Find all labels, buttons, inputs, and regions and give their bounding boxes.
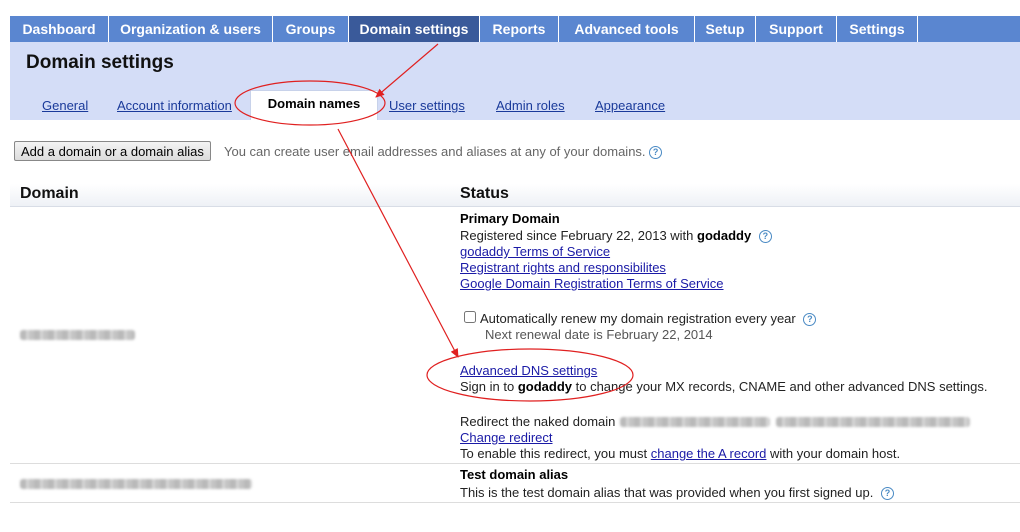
test-domain-alias-title: Test domain alias: [460, 467, 569, 482]
nav-tab-dashboard[interactable]: Dashboard: [10, 16, 109, 42]
nav-tab-support[interactable]: Support: [756, 16, 837, 42]
add-domain-hint-text: You can create user email addresses and …: [224, 144, 646, 159]
subtab-domain-names[interactable]: Domain names: [250, 90, 378, 120]
registrar-name: godaddy: [697, 228, 752, 243]
redirect-target-redacted: [776, 417, 970, 427]
advanced-dns-settings-link[interactable]: Advanced DNS settings: [460, 363, 597, 378]
subtab-account-information[interactable]: Account information: [117, 98, 232, 113]
status-column-header: Status: [460, 185, 509, 202]
help-icon[interactable]: ?: [803, 313, 817, 326]
domain-settings-header: Domain settings General Account informat…: [10, 42, 1020, 120]
dns-instructions-text: Sign in to godaddy to change your MX rec…: [460, 379, 987, 394]
test-domain-alias-description: This is the test domain alias that was p…: [460, 485, 894, 500]
enable-redirect-prefix: To enable this redirect, you must: [460, 446, 651, 461]
terms-of-service-link[interactable]: godaddy Terms of Service: [460, 244, 610, 259]
row-divider: [10, 502, 1020, 503]
auto-renew-label-text: Automatically renew my domain registrati…: [480, 311, 796, 326]
add-domain-button[interactable]: Add a domain or a domain alias: [14, 141, 211, 161]
nav-tab-setup[interactable]: Setup: [695, 16, 756, 42]
alias-domain-name-redacted: [20, 479, 252, 489]
dns-registrar-name: godaddy: [517, 379, 572, 394]
nav-tab-settings[interactable]: Settings: [837, 16, 918, 42]
nav-tab-advanced-tools[interactable]: Advanced tools: [559, 16, 695, 42]
add-domain-hint: You can create user email addresses and …: [224, 144, 663, 159]
change-redirect-link[interactable]: Change redirect: [460, 430, 553, 445]
nav-tab-filler: [918, 16, 1020, 42]
enable-redirect-suffix: with your domain host.: [766, 446, 901, 461]
auto-renew-checkbox[interactable]: [464, 311, 476, 323]
dns-instructions-suffix: to change your MX records, CNAME and oth…: [572, 379, 988, 394]
domain-column-header: Domain: [20, 185, 79, 202]
nav-tab-reports[interactable]: Reports: [480, 16, 559, 42]
help-icon[interactable]: ?: [880, 487, 894, 500]
domain-table-header: Domain Status: [10, 184, 1020, 207]
nav-tab-groups[interactable]: Groups: [273, 16, 349, 42]
subtab-admin-roles[interactable]: Admin roles: [496, 98, 565, 113]
registered-since-label: Registered since February 22, 2013 with: [460, 228, 698, 243]
registered-since-text: Registered since February 22, 2013 with …: [460, 228, 772, 243]
help-icon[interactable]: ?: [649, 146, 663, 159]
subtab-user-settings[interactable]: User settings: [389, 98, 465, 113]
change-a-record-link[interactable]: change the A record: [651, 446, 767, 461]
enable-redirect-text: To enable this redirect, you must change…: [460, 446, 900, 461]
redirect-naked-domain-label: Redirect the naked domain: [460, 414, 616, 429]
nav-tab-domain-settings[interactable]: Domain settings: [349, 16, 480, 42]
row-divider: [10, 463, 1020, 464]
help-icon[interactable]: ?: [758, 230, 772, 243]
nav-tab-organization-users[interactable]: Organization & users: [109, 16, 273, 42]
redirect-source-redacted: [620, 417, 770, 427]
subtab-general[interactable]: General: [42, 98, 88, 113]
page-title: Domain settings: [26, 52, 174, 73]
subtab-appearance[interactable]: Appearance: [595, 98, 665, 113]
primary-domain-name-redacted: [20, 330, 135, 340]
test-domain-alias-description-text: This is the test domain alias that was p…: [460, 485, 874, 500]
primary-domain-title: Primary Domain: [460, 211, 560, 226]
auto-renew-label: Automatically renew my domain registrati…: [480, 311, 817, 326]
registrant-rights-link[interactable]: Registrant rights and responsibilites: [460, 260, 666, 275]
top-navigation: Dashboard Organization & users Groups Do…: [10, 16, 1020, 42]
dns-instructions-prefix: Sign in to: [460, 379, 518, 394]
google-registration-terms-link[interactable]: Google Domain Registration Terms of Serv…: [460, 276, 724, 291]
next-renewal-text: Next renewal date is February 22, 2014: [485, 327, 713, 342]
annotation-arrow: [337, 128, 459, 358]
